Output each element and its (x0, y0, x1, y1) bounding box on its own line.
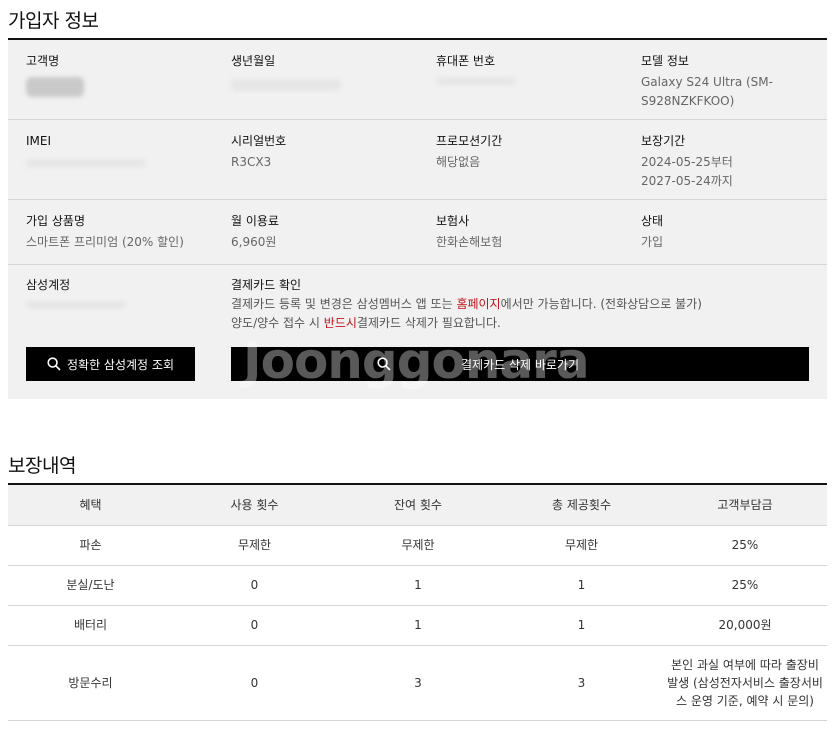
product-name-label: 가입 상품명 (26, 214, 86, 228)
col-benefit: 혜택 (8, 484, 173, 526)
insurer-label: 보험사 (436, 214, 470, 228)
serial-value: R3CX3 (231, 155, 272, 169)
table-cell: 25% (663, 525, 827, 566)
customer-name-redacted (26, 77, 84, 97)
promotion-value: 해당없음 (436, 155, 481, 169)
insurer-value: 한화손해보험 (436, 235, 503, 249)
table-cell: 무제한 (500, 525, 663, 566)
product-name-cell: 가입 상품명 스마트폰 프리미엄 (20% 할인) (26, 212, 226, 252)
table-cell: 본인 과실 여부에 따라 출장비 발생 (삼성전자서비스 출장서비스 운영 기준… (663, 645, 827, 721)
info-row-3: 가입 상품명 스마트폰 프리미엄 (20% 할인) 월 이용료 6,960원 보… (8, 200, 827, 265)
col-remaining: 잔여 횟수 (336, 484, 500, 526)
serial-label: 시리얼번호 (231, 134, 287, 148)
status-label: 상태 (641, 214, 664, 228)
coverage-table: 혜택 사용 횟수 잔여 횟수 총 제공횟수 고객부담금 파손 무제한 무제한 무… (8, 483, 827, 721)
table-cell: 20,000원 (663, 605, 827, 646)
table-cell: 3 (336, 645, 500, 721)
table-cell: 0 (173, 645, 336, 721)
table-cell: 1 (336, 605, 500, 646)
product-name-value: 스마트폰 프리미엄 (20% 할인) (26, 235, 184, 249)
monthly-fee-value: 6,960원 (231, 235, 277, 249)
samsung-account-redacted (26, 301, 126, 309)
model-cell: 모델 정보 Galaxy S24 Ultra (SM-S928NZKFKOO) (641, 52, 791, 111)
table-row: 배터리 0 1 1 20,000원 (8, 605, 827, 646)
imei-cell: IMEI (26, 132, 216, 173)
warranty-period-label: 보장기간 (641, 134, 686, 148)
phone-label: 휴대폰 번호 (436, 54, 496, 68)
table-cell: 방문수리 (8, 645, 173, 721)
table-cell: 0 (173, 605, 336, 646)
status-value: 가입 (641, 235, 664, 249)
phone-cell: 휴대폰 번호 (436, 52, 626, 91)
table-cell: 25% (663, 565, 827, 606)
search-icon (47, 357, 61, 371)
birthdate-cell: 생년월일 (231, 52, 421, 97)
birthdate-redacted (231, 79, 341, 91)
serial-cell: 시리얼번호 R3CX3 (231, 132, 421, 172)
table-cell: 1 (500, 565, 663, 606)
card-check-line2: 양도/양수 접수 시 반드시결제카드 삭제가 필요합니다. (231, 316, 501, 330)
table-cell: 0 (173, 565, 336, 606)
homepage-link[interactable]: 홈페이지 (456, 297, 500, 311)
table-row: 방문수리 0 3 3 본인 과실 여부에 따라 출장비 발생 (삼성전자서비스 … (8, 645, 827, 721)
table-cell: 배터리 (8, 605, 173, 646)
coverage-title: 보장내역 (8, 455, 76, 477)
promotion-cell: 프로모션기간 해당없음 (436, 132, 626, 172)
coverage-header-row: 혜택 사용 횟수 잔여 횟수 총 제공횟수 고객부담금 (8, 484, 827, 526)
monthly-fee-label: 월 이용료 (231, 214, 279, 228)
subscriber-info-panel: 고객명 생년월일 휴대폰 번호 모델 정보 Galaxy S24 Ultra (… (8, 38, 827, 399)
table-cell: 분실/도난 (8, 565, 173, 606)
table-cell: 무제한 (173, 525, 336, 566)
imei-label: IMEI (26, 134, 52, 148)
phone-redacted (436, 77, 516, 85)
card-check-label: 결제카드 확인 (231, 278, 302, 292)
subscriber-info-title: 가입자 정보 (8, 10, 99, 32)
model-label: 모델 정보 (641, 54, 689, 68)
col-total: 총 제공횟수 (500, 484, 663, 526)
col-deductible: 고객부담금 (663, 484, 827, 526)
samsung-account-cell: 삼성계정 (26, 276, 216, 315)
customer-name-label: 고객명 (26, 54, 60, 68)
status-cell: 상태 가입 (641, 212, 811, 252)
card-check-line1: 결제카드 등록 및 변경은 삼성멤버스 앱 또는 홈페이지에서만 가능합니다. … (231, 297, 702, 311)
table-row: 분실/도난 0 1 1 25% (8, 565, 827, 606)
table-cell: 파손 (8, 525, 173, 566)
account-lookup-button[interactable]: 정확한 삼성계정 조회 (26, 347, 195, 381)
birthdate-label: 생년월일 (231, 54, 276, 68)
warranty-period-cell: 보장기간 2024-05-25부터 2027-05-24까지 (641, 132, 811, 191)
account-lookup-label: 정확한 삼성계정 조회 (67, 357, 174, 372)
table-cell: 3 (500, 645, 663, 721)
card-delete-button[interactable]: 결제카드 삭제 바로가기 (231, 347, 809, 381)
info-row-1: 고객명 생년월일 휴대폰 번호 모델 정보 Galaxy S24 Ultra (… (8, 40, 827, 120)
warranty-start: 2024-05-25부터 (641, 155, 733, 169)
monthly-fee-cell: 월 이용료 6,960원 (231, 212, 421, 252)
promotion-label: 프로모션기간 (436, 134, 503, 148)
table-cell: 무제한 (336, 525, 500, 566)
card-delete-label: 결제카드 삭제 바로가기 (460, 357, 580, 372)
table-cell: 1 (336, 565, 500, 606)
table-row: 파손 무제한 무제한 무제한 25% (8, 525, 827, 566)
imei-redacted (26, 159, 146, 167)
customer-name-cell: 고객명 (26, 52, 216, 103)
samsung-account-label: 삼성계정 (26, 278, 71, 292)
col-used: 사용 횟수 (173, 484, 336, 526)
model-value: Galaxy S24 Ultra (SM-S928NZKFKOO) (641, 75, 773, 108)
insurer-cell: 보험사 한화손해보험 (436, 212, 626, 252)
search-icon (377, 357, 391, 371)
card-check-cell: 결제카드 확인 결제카드 등록 및 변경은 삼성멤버스 앱 또는 홈페이지에서만… (231, 276, 821, 333)
warranty-end: 2027-05-24까지 (641, 174, 733, 188)
info-row-2: IMEI 시리얼번호 R3CX3 프로모션기간 해당없음 보장기간 2024-0… (8, 120, 827, 200)
table-cell: 1 (500, 605, 663, 646)
